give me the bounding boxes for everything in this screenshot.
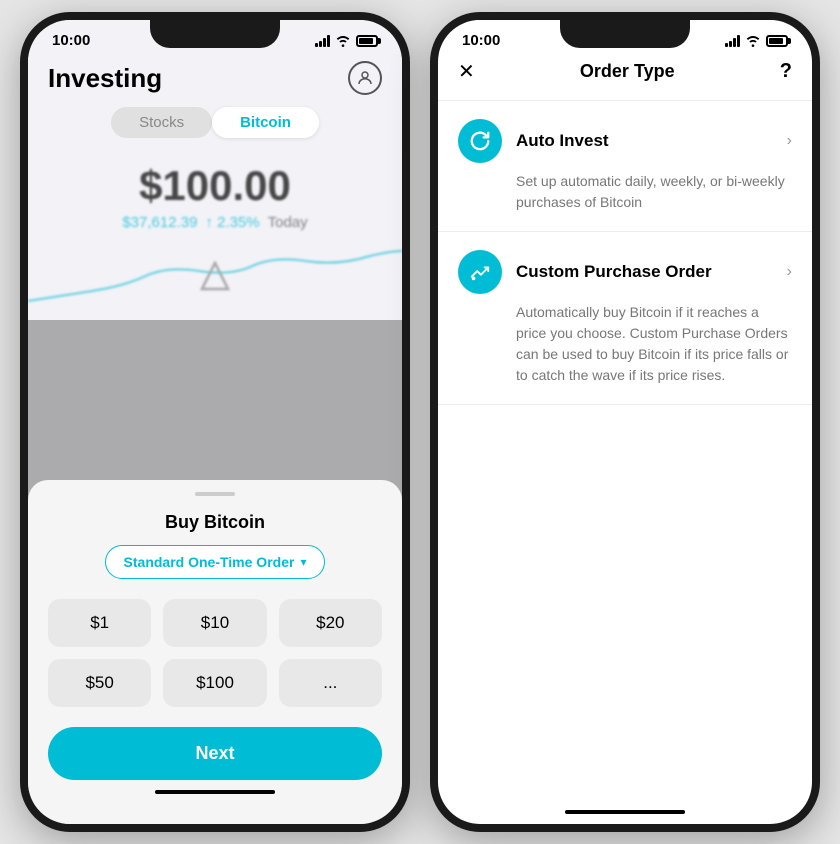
order-type-header: ✕ Order Type ? [438,53,812,101]
sheet-handle [195,492,235,496]
signal-icon-right [725,35,740,47]
custom-purchase-option[interactable]: Custom Purchase Order › Automatically bu… [438,232,812,405]
custom-purchase-chevron: › [787,263,792,281]
amount-grid: $1 $10 $20 $50 $100 ... [48,599,382,707]
home-indicator-right [565,810,685,814]
chart-logo-icon [200,261,230,291]
status-bar-right: 10:00 [438,20,812,53]
status-icons-left [315,35,378,47]
price-main: $100.00 [48,162,382,210]
time-left: 10:00 [52,32,90,49]
next-button[interactable]: Next [48,727,382,780]
amount-btn-4[interactable]: $50 [48,659,151,707]
investing-title: Investing [48,63,162,94]
wifi-icon [335,35,351,47]
status-bar-left: 10:00 [28,20,402,53]
price-area: $100.00 $37,612.39 ↑ 2.35% Today [28,152,402,241]
tab-bitcoin[interactable]: Bitcoin [212,107,319,138]
left-phone: 10:00 Investing Stocks Bitcoin $1 [20,12,410,832]
order-type-selector[interactable]: Standard One-Time Order ▾ [105,545,326,579]
amount-btn-2[interactable]: $10 [163,599,266,647]
auto-invest-label: Auto Invest [516,131,773,151]
chart-area [28,241,402,321]
order-type-label: Standard One-Time Order [124,554,295,570]
price-sub: $37,612.39 ↑ 2.35% Today [48,214,382,231]
bottom-sheet: Buy Bitcoin Standard One-Time Order ▾ $1… [28,480,402,824]
custom-purchase-row: Custom Purchase Order › [458,250,792,294]
close-button[interactable]: ✕ [458,59,475,84]
tab-stocks[interactable]: Stocks [111,107,212,138]
custom-purchase-icon [458,250,502,294]
time-right: 10:00 [462,32,500,49]
auto-invest-option[interactable]: Auto Invest › Set up automatic daily, we… [438,101,812,232]
amount-btn-3[interactable]: $20 [279,599,382,647]
home-indicator-left [155,790,275,794]
price-usd: $37,612.39 [122,214,197,231]
custom-purchase-label: Custom Purchase Order [516,262,773,282]
right-phone: 10:00 ✕ Order Type ? Auto Invest [430,12,820,832]
amount-btn-5[interactable]: $100 [163,659,266,707]
wifi-icon-right [745,35,761,47]
battery-icon [356,35,378,47]
amount-btn-more[interactable]: ... [279,659,382,707]
custom-purchase-desc: Automatically buy Bitcoin if it reaches … [458,302,792,386]
auto-invest-icon [458,119,502,163]
investing-header: Investing [28,53,402,107]
price-change: ↑ 2.35% [205,214,259,231]
price-today: Today [268,214,308,231]
battery-icon-right [766,35,788,47]
status-icons-right [725,35,788,47]
sheet-title: Buy Bitcoin [48,512,382,533]
profile-icon[interactable] [348,61,382,95]
amount-btn-1[interactable]: $1 [48,599,151,647]
help-button[interactable]: ? [780,60,792,83]
auto-invest-desc: Set up automatic daily, weekly, or bi-we… [458,171,792,213]
auto-invest-row: Auto Invest › [458,119,792,163]
chevron-down-icon: ▾ [300,555,306,569]
auto-invest-chevron: › [787,132,792,150]
order-type-title: Order Type [580,61,675,82]
signal-icon [315,35,330,47]
tabs-row: Stocks Bitcoin [28,107,402,152]
